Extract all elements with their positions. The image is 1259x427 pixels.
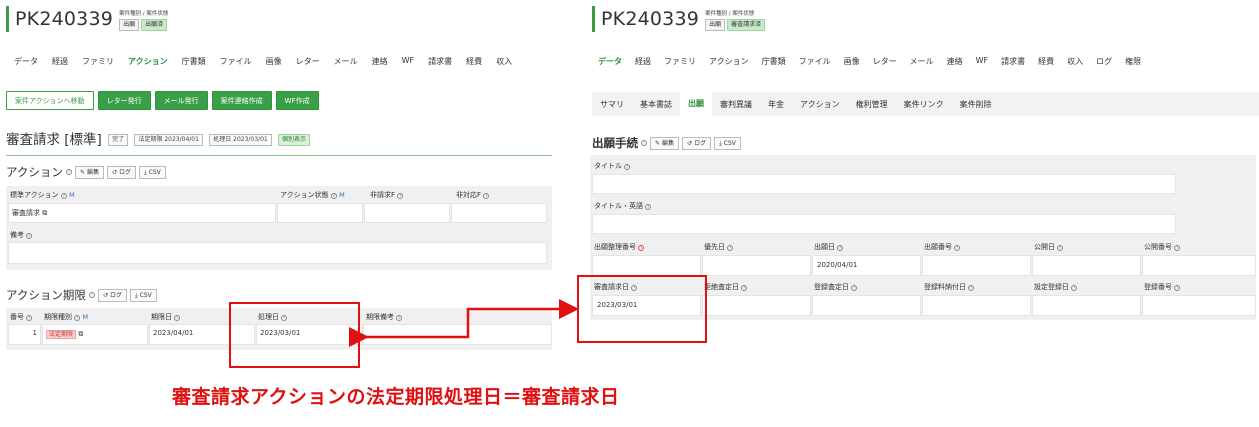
- double-arrow-line: [349, 299, 579, 347]
- connector-arrow: [349, 299, 579, 347]
- annotation-caption: 審査請求アクションの法定期限処理日＝審査請求日: [172, 386, 620, 408]
